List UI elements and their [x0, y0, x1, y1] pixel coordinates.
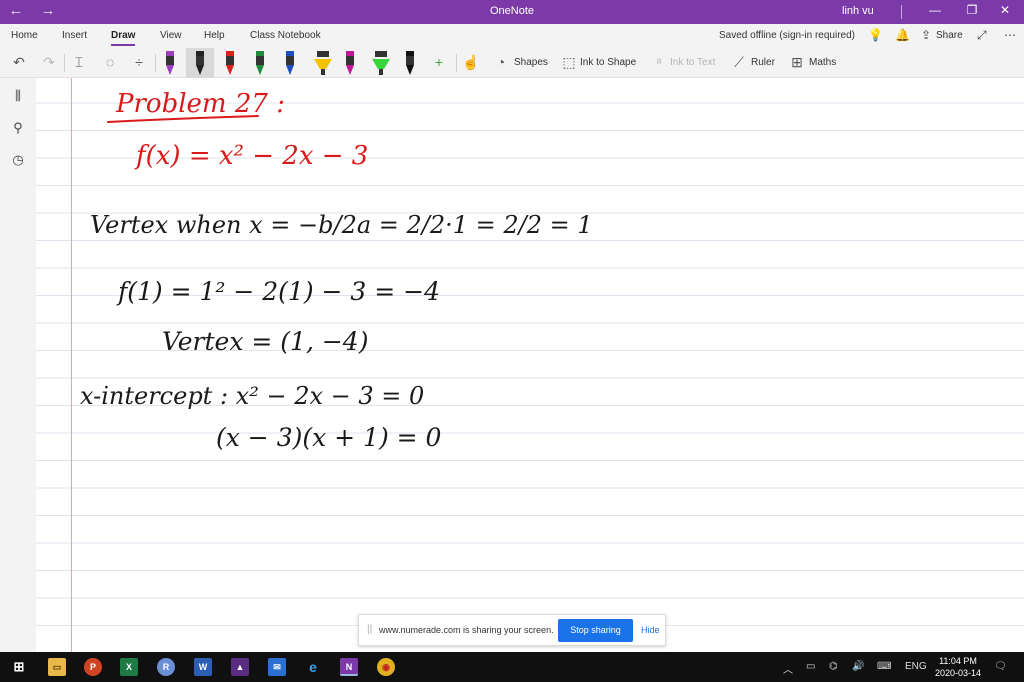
ink-to-shape-button[interactable]: Ink to Shape	[580, 57, 636, 68]
fullscreen-icon[interactable]: ⤢	[977, 28, 987, 43]
close-icon[interactable]: ✕	[995, 3, 1015, 17]
ruler-button[interactable]: Ruler	[751, 57, 775, 68]
blue-pen-icon[interactable]	[283, 50, 297, 76]
tab-insert[interactable]: Insert	[62, 30, 87, 41]
battery-icon[interactable]: ▭	[806, 661, 815, 672]
ribbon-tabs: Home Insert Draw View Help Class Noteboo…	[0, 24, 1024, 48]
tab-home[interactable]: Home	[11, 30, 38, 41]
onenote-icon[interactable]: N	[340, 658, 358, 676]
language-indicator[interactable]: ENG	[905, 661, 927, 672]
screen-sharing-bar: || www.numerade.com is sharing your scre…	[358, 614, 666, 646]
toolbar-separator	[456, 54, 457, 72]
file-explorer-icon[interactable]: ▭	[48, 658, 66, 676]
purple-pen-icon[interactable]	[163, 50, 177, 76]
system-clock[interactable]: 11:04 PM 2020-03-14	[934, 655, 982, 679]
ink-vertex-result: Vertex = (1, −4)	[162, 327, 368, 356]
tab-draw[interactable]: Draw	[111, 30, 135, 41]
mail-icon[interactable]: ✉	[268, 658, 286, 676]
undo-icon[interactable]: ↶	[10, 54, 28, 71]
share-button[interactable]: Share	[936, 30, 963, 41]
ink-vertex-evaluation: f(1) = 1² − 2(1) − 3 = −4	[116, 277, 440, 306]
black-pen-selected-icon[interactable]	[193, 50, 207, 76]
chrome-icon[interactable]: ◉	[377, 658, 395, 676]
redo-icon[interactable]: ↷	[40, 54, 58, 71]
clock-date: 2020-03-14	[934, 668, 982, 678]
sharing-message: www.numerade.com is sharing your screen.	[379, 625, 554, 635]
tab-view[interactable]: View	[160, 30, 182, 41]
notebooks-icon[interactable]: ⫼	[9, 88, 27, 104]
volume-icon[interactable]: 🔊	[852, 661, 864, 672]
ink-to-text-icon[interactable]: ᵃ	[650, 54, 668, 70]
yellow-highlighter-icon[interactable]	[313, 50, 333, 76]
sync-status[interactable]: Saved offline (sign-in required)	[719, 30, 855, 41]
lasso-select-icon[interactable]: ◌	[101, 54, 119, 70]
tab-help[interactable]: Help	[204, 30, 225, 41]
ink-function-definition: f(x) = x² − 2x − 3	[134, 141, 368, 171]
red-pen-icon[interactable]	[223, 50, 237, 76]
ink-x-intercept-equation: x-intercept : x² − 2x − 3 = 0	[80, 382, 424, 410]
edge-icon[interactable]: e	[304, 658, 322, 676]
ruler-icon[interactable]: ⟋	[730, 54, 748, 71]
navigation-rail: ⫼ ⚲ ◷	[0, 78, 36, 652]
green-pen-icon[interactable]	[253, 50, 267, 76]
tab-class-notebook[interactable]: Class Notebook	[250, 30, 321, 41]
more-options-icon[interactable]: ⋯	[1004, 28, 1016, 42]
notifications-icon[interactable]: 🗨	[994, 661, 1007, 672]
maths-icon[interactable]: ⊞	[788, 54, 806, 71]
powerpoint-icon[interactable]: P	[84, 658, 102, 676]
tray-chevron-icon[interactable]: ︿	[783, 661, 793, 676]
user-name[interactable]: linh vu	[842, 5, 874, 17]
touch-draw-icon[interactable]: ☝	[462, 54, 480, 71]
add-pen-icon[interactable]: +	[430, 54, 448, 70]
media-app-icon[interactable]: ▲	[231, 658, 249, 676]
excel-icon[interactable]: X	[120, 658, 138, 676]
ink-to-text-button[interactable]: Ink to Text	[670, 57, 715, 68]
share-icon[interactable]: ⇪	[921, 28, 931, 42]
stop-sharing-button[interactable]: Stop sharing	[558, 619, 633, 642]
bell-icon[interactable]: 🔔	[895, 28, 910, 42]
draw-toolbar: ↶ ↷ ⌶ ◌ ÷ + ☝ ◔ Shapes ⬚ Ink to Shape ᵃ …	[0, 48, 1024, 78]
ink-problem-heading: Problem 27 :	[115, 89, 285, 119]
lightbulb-icon[interactable]: 💡	[868, 28, 883, 42]
restore-icon[interactable]: ❐	[962, 3, 982, 17]
ink-to-shape-icon[interactable]: ⬚	[560, 54, 578, 71]
green-highlighter-icon[interactable]	[371, 50, 391, 76]
minimize-icon[interactable]: —	[925, 3, 945, 17]
type-select-icon[interactable]: ⌶	[70, 54, 88, 71]
ink-factored-equation: (x − 3)(x + 1) = 0	[216, 423, 442, 452]
ink-vertex-formula: Vertex when x = −b/2a = 2/2·1 = 2/2 = 1	[90, 211, 593, 239]
note-page[interactable]: Problem 27 : f(x) = x² − 2x − 3 Vertex w…	[36, 78, 1024, 652]
clock-time: 11:04 PM	[939, 656, 977, 666]
toolbar-separator	[64, 54, 65, 72]
magenta-pen-icon[interactable]	[343, 50, 357, 76]
shapes-icon[interactable]: ◔	[492, 54, 510, 70]
network-icon[interactable]: ⌬	[829, 661, 838, 672]
add-space-icon[interactable]: ÷	[130, 54, 148, 70]
maths-button[interactable]: Maths	[809, 57, 836, 68]
titlebar-separator	[901, 5, 902, 19]
drag-handle-icon[interactable]: ||	[367, 624, 372, 635]
toolbar-separator	[155, 54, 156, 72]
black-pen-icon[interactable]	[403, 50, 417, 76]
keyboard-icon[interactable]: ⌨	[877, 661, 891, 672]
recent-clock-icon[interactable]: ◷	[9, 152, 27, 168]
windows-taskbar: ⊞ ▭ P X R W ▲ ✉ e N ◉ ︿ ▭ ⌬ 🔊 ⌨ ENG 11:0…	[0, 652, 1024, 682]
search-icon[interactable]: ⚲	[9, 120, 27, 136]
title-bar: ← → OneNote linh vu — ❐ ✕	[0, 0, 1024, 24]
shapes-button[interactable]: Shapes	[514, 57, 548, 68]
word-icon[interactable]: W	[194, 658, 212, 676]
hide-button[interactable]: Hide	[641, 625, 660, 635]
active-tab-indicator	[111, 44, 135, 46]
r-app-icon[interactable]: R	[157, 658, 175, 676]
windows-start-icon[interactable]: ⊞	[10, 658, 28, 676]
